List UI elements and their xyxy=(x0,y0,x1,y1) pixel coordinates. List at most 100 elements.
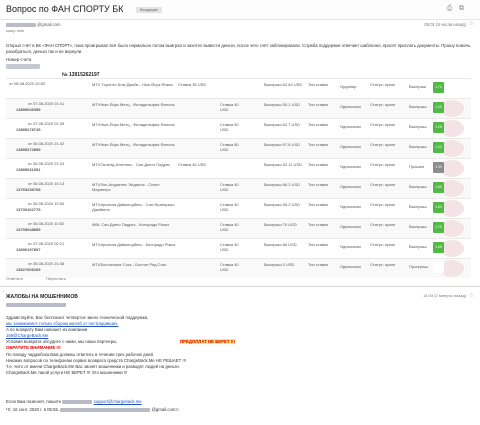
bet-win: Выигрыш 0 USD xyxy=(264,262,295,267)
bet-row: от 06.08.2020 21:42 MTVНью-Йорк Метц - Фи… xyxy=(6,138,471,158)
bet-win: Выигрыш 70 USD xyxy=(264,222,297,227)
bet-date: от 07.08.2020 00:21 xyxy=(28,241,65,246)
complaint-line: А по возврату Вам напишет из компании xyxy=(6,327,88,332)
bet-date: от 06.08.2020 20:52 xyxy=(9,81,46,86)
bet-stake: Ставка 40 USD xyxy=(220,202,239,212)
bet-win: Выигрыш 50.1 USD xyxy=(264,102,300,107)
odds-chip: 1.25 xyxy=(433,122,444,133)
complaint-line[interactable]: 159@ChargeBack.Me xyxy=(6,333,48,338)
bet-event: MTVЛос-Анджелес Энджелс - Сиэтл Маринерс xyxy=(92,182,160,192)
recipient[interactable]: кому: мне xyxy=(6,28,24,34)
bet-result: Выигрыш xyxy=(409,144,427,149)
bet-type: Тип ставки xyxy=(308,262,328,267)
star-icon[interactable]: ☆ xyxy=(469,21,474,28)
complaint-line[interactable]: мы занимаемся только сбором жалоб от пос… xyxy=(6,321,118,326)
bet-type: Тип ставки xyxy=(308,122,328,127)
odds-chip: 1.30 xyxy=(433,162,444,173)
new-window-icon[interactable]: ⧉ xyxy=(457,4,466,13)
quote-sender-redacted xyxy=(60,407,151,412)
bet-win: Выигрыш 62.7 USD xyxy=(264,122,300,127)
bet-status: Статус: купон xyxy=(370,242,396,247)
bet-number-cell: 13705048855 xyxy=(16,227,41,232)
bet-result: Проиграш xyxy=(409,264,428,269)
bet-stake: Ставка 50 USD xyxy=(220,122,239,132)
bet-row: от 06.08.2020 21:24 MTVОкленд Атлетикс - … xyxy=(6,158,471,178)
bet-kind: Ординар xyxy=(340,84,357,89)
quote-footer: Чт, 16 сент. 2020 г. в 05:55, @gmail.com… xyxy=(6,407,179,412)
bet-stake: Ставка 40 USD xyxy=(220,102,239,112)
complaint-line: Никаких вопросов по телефонам сервис воз… xyxy=(6,358,186,363)
bet-status: Статус: купон xyxy=(370,122,396,127)
bet-win: Выигрыш 66.2 USD xyxy=(264,182,300,187)
star-icon-2[interactable]: ☆ xyxy=(469,293,474,300)
bet-kind: Одиночная xyxy=(340,184,361,189)
sender[interactable]: @gmail.com xyxy=(6,22,61,27)
bet-win: Выигрыш 65.2 USD xyxy=(264,202,300,207)
bet-win: Выигрыш 97.6 USD xyxy=(264,142,300,147)
bet-date: от 06.08.2020 15:13 xyxy=(28,181,65,186)
odds-chip: 1.25 xyxy=(433,102,444,113)
bet-date: от 06.08.2020 21:24 xyxy=(28,161,65,166)
bet-type: Тип ставки xyxy=(308,242,328,247)
message-2: ЖАЛОБЫ НА МОШЕННИКОВ 14:03 (2 минуты наз… xyxy=(0,286,480,425)
contact-line: Если Вам позвонят, пишите support@charge… xyxy=(6,399,142,404)
bet-row: от 06.08.2020 10:54 MTVАризона Даймондбек… xyxy=(6,198,471,218)
contact-email-link[interactable]: support@chargeback.me xyxy=(94,399,142,404)
reply-link[interactable]: Ответить xyxy=(6,276,23,282)
bet-result: Выигрыш xyxy=(409,104,427,109)
quote-sender-suffix: @gmail.com>: xyxy=(151,407,180,412)
bet-event: MTVБостонские Сокс - Бостон Ред Сокс xyxy=(92,262,167,267)
complaint-line: Здравствуйте, Вас беспокоит четвертое зв… xyxy=(6,315,149,320)
bet-result: Выигрыш xyxy=(409,124,427,129)
bet-win: Выигрыш 66 USD xyxy=(264,242,297,247)
bet-stake: Ставка 40 USD xyxy=(220,182,239,192)
message-actions: Ответить Переслать xyxy=(6,276,472,284)
bet-event: MTVОкленд Атлетикс - Сан-Диего Падрес xyxy=(92,162,171,167)
prepayment-highlight: ПРЕДОПЛАТ НЕ БЕРЕТ !!! xyxy=(180,339,235,345)
bet-stake: Ставка 40 USD xyxy=(220,222,239,232)
bet-date: от 07.08.2020 01:41 xyxy=(28,101,65,106)
bet-date: от 07.08.2020 01:39 xyxy=(28,121,65,126)
email-subject: Вопрос по ФАН СПОРТУ БК xyxy=(6,4,124,14)
bet-date: от 06.08.2020 21:42 xyxy=(28,141,65,146)
bet-number-cell: 13895272859 xyxy=(16,147,41,152)
message-2-date: 14:03 (2 минуты назад) xyxy=(423,293,466,298)
bet-type: Тип ставки xyxy=(308,182,328,187)
account-label: Номер счета xyxy=(6,57,32,62)
bet-date: от 06.08.2020 10:54 xyxy=(28,201,65,206)
print-icon[interactable]: ⎙ xyxy=(445,4,454,13)
bet-status: Статус: купон xyxy=(370,222,396,227)
bet-row: от 07.08.2020 01:39 MTVНью-Йорк Метц - Фи… xyxy=(6,118,471,138)
bet-event: MTVАризона Даймондбекс - Колорадо Рокиз xyxy=(92,242,176,247)
complaint-line: По поводу чарджбэка Вам должны ответить … xyxy=(6,352,155,357)
quote-footer-date: Чт, 16 сент. 2020 г. в 05:55, xyxy=(6,407,60,412)
bet-stake: Ставка 40 USD xyxy=(220,262,239,272)
bet-number-cell: 13627606265 xyxy=(16,267,41,272)
bet-date: от 06.08.2020 10:52 xyxy=(28,221,65,226)
odds-chip: 1.66 xyxy=(433,182,444,193)
bet-number-cell: 13696197897 xyxy=(16,247,41,252)
bet-number-cell: 13895278745 xyxy=(16,127,41,132)
bet-row: от 07.08.2020 01:41 MTVНью-Йорк Метц - Фи… xyxy=(6,98,471,118)
contact-prefix: Если Вам позвонят, пишите xyxy=(6,399,62,404)
bet-result: Выиграш xyxy=(409,84,426,89)
bet-number-cell: 13895631051 xyxy=(16,167,41,172)
bet-event: MTVАризона Даймондбекс - Сан-Франциско Д… xyxy=(92,202,175,212)
odds-chip: 1.22 xyxy=(433,142,444,153)
bet-row: от 06.08.2020 20:52 MTV Торонто Блю Джейс… xyxy=(6,78,471,98)
bet-kind: Одиночная xyxy=(340,104,361,109)
bet-kind: Одиночная xyxy=(340,224,361,229)
bet-event: MBL Сан-Диего Падрес - Колорадо Рокиз xyxy=(92,222,169,227)
forward-link[interactable]: Переслать xyxy=(46,276,66,282)
bet-kind: Одиночная xyxy=(340,204,361,209)
inbox-label-badge[interactable]: Входящие xyxy=(136,7,162,13)
bet-status: Статус: купон xyxy=(370,262,396,267)
bet-status: Статус: купон xyxy=(370,102,396,107)
bet-win: Выигрыш 62.64 USD xyxy=(264,82,303,87)
contact-redacted xyxy=(62,399,93,404)
complaint-line: Условия возврата обсудите с ними, мы наш… xyxy=(6,339,118,344)
subject-bar: Вопрос по ФАН СПОРТУ БК Входящие ⎙ ⧉ xyxy=(0,0,480,20)
account-number-redacted xyxy=(6,64,40,69)
bet-kind: Одиночная xyxy=(340,144,361,149)
message-body: Открыл счёт в БК «ФАН СПОРТ», пока проиг… xyxy=(6,43,471,54)
